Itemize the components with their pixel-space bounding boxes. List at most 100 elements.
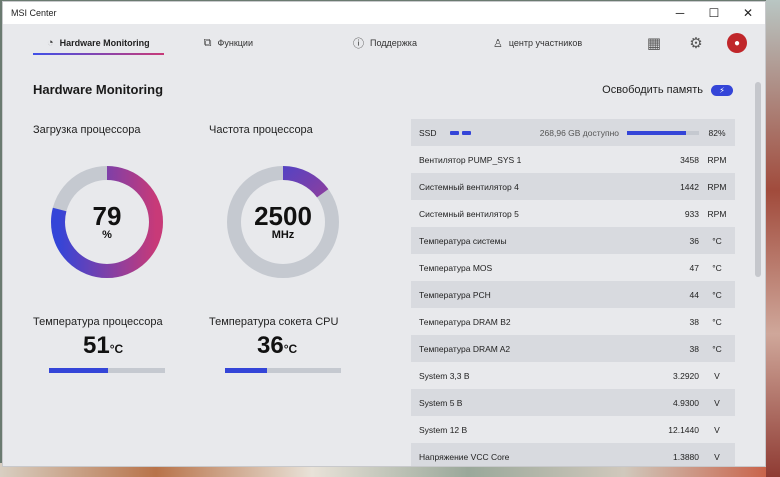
external-icon: ⧉	[203, 36, 212, 49]
sensor-row: System 3,3 В 3.2920 V	[411, 362, 735, 389]
sensor-value: 3.2920	[673, 370, 699, 381]
sensor-value: 38	[689, 343, 699, 354]
cpu-freq-value: 2500	[254, 201, 312, 231]
sensor-unit: V	[714, 370, 720, 381]
cpu-temp-bar-fill	[49, 368, 109, 373]
cpu-temp-label: Температура процессора	[33, 316, 163, 328]
sensor-value: 44	[689, 289, 699, 300]
sensor-row: Вентилятор PUMP_SYS 1 3458 RPM	[411, 146, 735, 173]
cpu-load-value: 79	[92, 201, 122, 231]
free-memory-label: Освободить память	[602, 84, 703, 96]
tab-label: центр участников	[508, 38, 583, 48]
cpu-temp-readout: 51°C	[83, 332, 123, 360]
sensor-name: Вентилятор PUMP_SYS 1	[419, 154, 522, 165]
tab-label: Hardware Monitoring	[59, 38, 150, 48]
sensor-name: Температура PCH	[419, 289, 491, 300]
sensor-value: 1.3880	[673, 451, 699, 462]
socket-temp-label: Температура сокета CPU	[209, 316, 339, 328]
sensor-row: System 5 В 4.9300 V	[411, 389, 735, 416]
sensor-row: Температура DRAM A2 38 °C	[411, 335, 735, 362]
sensor-unit: °C	[712, 343, 722, 354]
sensor-unit: °C	[712, 289, 722, 300]
sensor-name: Системный вентилятор 4	[419, 181, 519, 192]
app-window: MSI Center ─ ☐ ✕ ◔ Hardware Monitoring ⧉…	[2, 1, 766, 467]
socket-temp-bar	[225, 368, 341, 373]
cpu-freq-unit: MHz	[271, 229, 295, 241]
sensor-name: Напряжение VCC Core	[419, 451, 510, 462]
sensor-name: System 3,3 В	[419, 370, 470, 381]
grid-icon[interactable]: ▦	[643, 32, 665, 54]
socket-temp-readout: 36°C	[257, 332, 297, 360]
page-title: Hardware Monitoring	[33, 82, 164, 97]
cpu-load-gauge: 79 %	[49, 164, 165, 280]
sensor-unit: °C	[712, 316, 722, 327]
cpu-load-readout: 79 %	[49, 164, 165, 280]
sensor-unit: V	[714, 451, 720, 462]
sensor-name: Системный вентилятор 5	[419, 208, 519, 219]
gear-icon[interactable]: ⚙	[685, 32, 707, 54]
ssd-usage-fill	[627, 130, 687, 135]
sensor-unit: RPM	[707, 208, 727, 219]
sensor-unit: °C	[712, 262, 722, 273]
tab-functions[interactable]: ⧉ Функции	[190, 24, 267, 62]
gauge-icon: ◔	[47, 37, 54, 49]
tab-support[interactable]: ⓘ Поддержка	[339, 24, 431, 62]
sensor-unit: V	[714, 397, 720, 408]
sensor-row: Системный вентилятор 5 933 RPM	[411, 200, 735, 227]
nav-actions: ▦ ⚙ ●	[643, 32, 747, 54]
sensor-row: Температура DRAM B2 38 °C	[411, 308, 735, 335]
tab-label: Функции	[217, 38, 253, 48]
ssd-percent: 82%	[708, 127, 726, 138]
cpu-freq-label: Частота процессора	[209, 124, 313, 136]
tab-hardware-monitoring[interactable]: ◔ Hardware Monitoring	[33, 24, 164, 62]
alert-icon: ⓘ	[353, 38, 364, 50]
sensor-row: Температура PCH 44 °C	[411, 281, 735, 308]
avatar[interactable]: ●	[727, 33, 747, 53]
sensor-value: 36	[689, 235, 699, 246]
ssd-row: SSD 268,96 GB доступно 82%	[411, 119, 735, 146]
cpu-freq-readout: 2500 MHz	[225, 164, 341, 280]
sensor-row: Напряжение VCC Core 1.3880 V	[411, 443, 735, 466]
cpu-freq-gauge: 2500 MHz	[225, 164, 341, 280]
socket-temp-unit: °C	[283, 342, 298, 356]
lightning-icon: ⚡	[719, 85, 725, 95]
sensor-value: 4.9300	[673, 397, 699, 408]
sensor-row: Системный вентилятор 4 1442 RPM	[411, 173, 735, 200]
sensor-name: Температура системы	[419, 235, 507, 246]
ssd-available: 268,96 GB доступно	[539, 127, 619, 138]
sensor-rows: Вентилятор PUMP_SYS 1 3458 RPM Системный ве…	[411, 146, 735, 466]
scrollbar[interactable]	[755, 82, 761, 277]
desktop-background-right	[766, 0, 780, 477]
ssd-label: SSD	[419, 127, 437, 138]
sensor-unit: RPM	[707, 181, 727, 192]
maximize-icon[interactable]: ☐	[697, 2, 731, 24]
user-icon: ♙	[492, 37, 503, 50]
cpu-temp-unit: °C	[109, 342, 124, 356]
cpu-temp-bar	[49, 368, 165, 373]
window-title: MSI Center	[11, 8, 57, 18]
cpu-load-unit: %	[102, 229, 112, 241]
sensor-value: 933	[684, 208, 699, 219]
tab-label: Поддержка	[370, 38, 417, 48]
cpu-load-label: Загрузка процессора	[33, 124, 141, 136]
ssd-usage-bar	[627, 130, 699, 135]
title-bar: MSI Center ─ ☐ ✕	[3, 2, 765, 24]
sensor-unit: V	[714, 424, 720, 435]
socket-temp-bar-fill	[225, 368, 267, 373]
sensor-row: Температура MOS 47 °C	[411, 254, 735, 281]
socket-temp-value: 36	[257, 332, 284, 359]
sensor-row: System 12 В 12.1440 V	[411, 416, 735, 443]
minimize-icon[interactable]: ─	[663, 2, 697, 24]
sensor-unit: RPM	[707, 154, 727, 165]
sensor-name: Температура MOS	[419, 262, 493, 273]
sensor-value: 3458	[680, 154, 699, 165]
tab-member-center[interactable]: ♙ центр участников	[479, 24, 596, 62]
sensor-name: System 12 В	[419, 424, 468, 435]
free-memory-button[interactable]: ⚡	[711, 84, 733, 96]
close-icon[interactable]: ✕	[731, 2, 765, 24]
top-nav: ◔ Hardware Monitoring ⧉ Функции ⓘ Поддер…	[3, 24, 765, 62]
sensor-list: SSD 268,96 GB доступно 82% Вентилятор PU…	[411, 119, 735, 466]
sensor-row: Температура системы 36 °C	[411, 227, 735, 254]
sensor-value: 38	[689, 316, 699, 327]
sensor-unit: °C	[712, 235, 722, 246]
